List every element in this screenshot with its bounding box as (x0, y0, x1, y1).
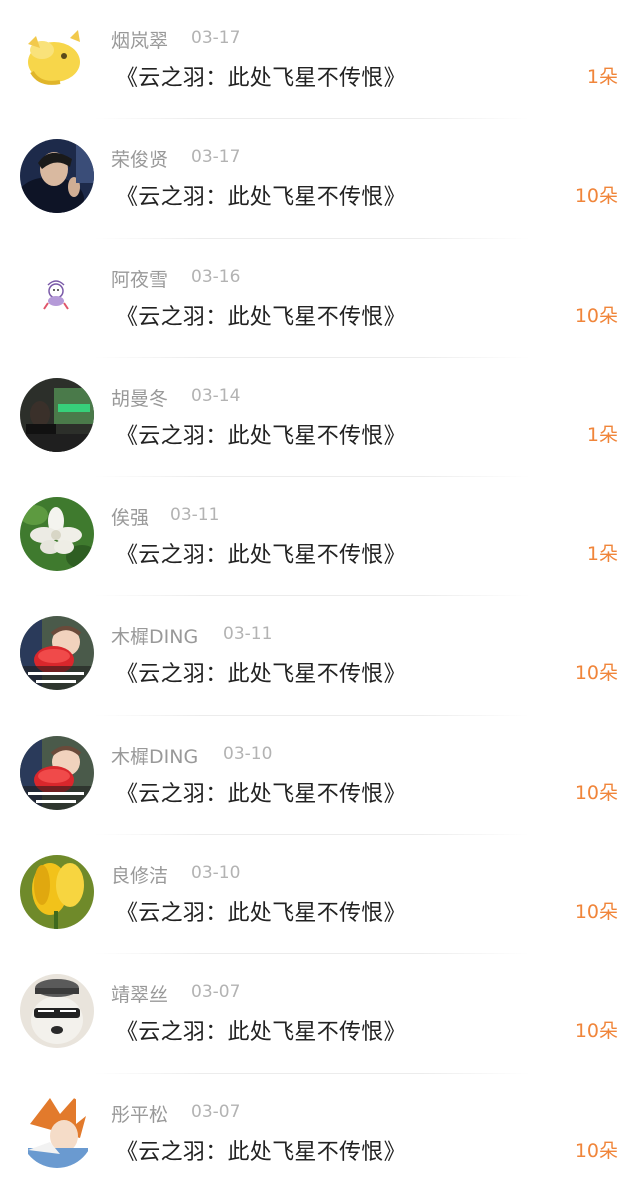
list-item[interactable]: 彤平松 03-07 《云之羽：此处飞星不传恨》 10朵 (0, 1074, 640, 1193)
flower-count: 10朵 (574, 1020, 618, 1043)
user-name[interactable]: 木樨DING (111, 742, 198, 769)
user-name[interactable]: 胡曼冬 (111, 384, 168, 411)
flower-count: 10朵 (574, 304, 618, 327)
book-title[interactable]: 《云之羽：此处飞星不传恨》 (116, 776, 406, 808)
anime-character-avatar-icon[interactable] (20, 1093, 94, 1168)
gift-date: 03-17 (191, 147, 241, 168)
gift-date: 03-16 (191, 266, 241, 287)
gift-date: 03-10 (191, 863, 241, 884)
flower-count: 10朵 (574, 185, 618, 208)
list-item[interactable]: 阿夜雪 03-16 《云之羽：此处飞星不传恨》 10朵 (0, 239, 640, 358)
cartoon-sticker-avatar-icon[interactable] (20, 258, 94, 333)
book-title[interactable]: 《云之羽：此处飞星不传恨》 (116, 418, 406, 450)
list-item[interactable]: 荣俊贤 03-17 《云之羽：此处飞星不传恨》 10朵 (0, 119, 640, 239)
book-title[interactable]: 《云之羽：此处飞星不传恨》 (116, 1014, 406, 1046)
baby-bowl-avatar-icon[interactable] (20, 735, 94, 810)
gift-date: 03-10 (223, 743, 273, 764)
gift-date: 03-17 (191, 28, 241, 48)
yellow-tulip-avatar-icon[interactable] (20, 855, 94, 930)
flower-count: 10朵 (574, 781, 618, 804)
gift-date: 03-11 (170, 505, 220, 526)
list-item[interactable]: 烟岚翠 03-17 《云之羽：此处飞星不传恨》 1朵 (0, 0, 640, 120)
user-name[interactable]: 木樨DING (111, 622, 198, 649)
flower-count: 10朵 (574, 1139, 618, 1162)
list-item[interactable]: 木樨DING 03-11 《云之羽：此处飞星不传恨》 10朵 (0, 596, 640, 716)
book-title[interactable]: 《云之羽：此处飞星不传恨》 (116, 60, 406, 92)
flower-count: 10朵 (574, 662, 618, 685)
flower-count: 1朵 (586, 543, 618, 566)
user-name[interactable]: 荣俊贤 (111, 145, 168, 172)
book-title[interactable]: 《云之羽：此处飞星不传恨》 (116, 537, 406, 569)
gift-record-list: 烟岚翠 03-17 《云之羽：此处飞星不传恨》 1朵 荣俊贤 03-17 《云之… (0, 0, 640, 1193)
book-title[interactable]: 《云之羽：此处飞星不传恨》 (116, 179, 406, 211)
list-item[interactable]: 良修洁 03-10 《云之羽：此处飞星不传恨》 10朵 (0, 835, 640, 955)
user-name[interactable]: 烟岚翠 (111, 26, 168, 53)
baby-bowl-avatar-icon[interactable] (20, 616, 94, 691)
gift-date: 03-07 (191, 982, 241, 1003)
gift-date: 03-07 (191, 1101, 241, 1122)
flower-count: 10朵 (574, 901, 618, 924)
dog-sunglasses-avatar-icon[interactable] (20, 974, 94, 1049)
book-title[interactable]: 《云之羽：此处飞星不传恨》 (116, 299, 406, 331)
user-name[interactable]: 阿夜雪 (111, 265, 168, 292)
white-flower-avatar-icon[interactable] (20, 497, 94, 572)
user-name[interactable]: 良修洁 (111, 861, 168, 888)
user-name[interactable]: 俟强 (111, 503, 149, 530)
book-title[interactable]: 《云之羽：此处飞星不传恨》 (116, 1134, 406, 1166)
list-item[interactable]: 靖翠丝 03-07 《云之羽：此处飞星不传恨》 10朵 (0, 954, 640, 1074)
list-item[interactable]: 木樨DING 03-10 《云之羽：此处飞星不传恨》 10朵 (0, 716, 640, 836)
night-street-avatar-icon[interactable] (20, 377, 94, 452)
user-name[interactable]: 彤平松 (111, 1100, 168, 1127)
book-title[interactable]: 《云之羽：此处飞星不传恨》 (116, 656, 406, 688)
gift-date: 03-11 (223, 624, 273, 645)
user-name[interactable]: 靖翠丝 (111, 980, 168, 1007)
cartoon-pet-avatar-icon[interactable] (20, 20, 94, 94)
list-item[interactable]: 胡曼冬 03-14 《云之羽：此处飞星不传恨》 1朵 (0, 358, 640, 478)
flower-count: 1朵 (586, 66, 618, 88)
gift-date: 03-14 (191, 385, 241, 406)
list-item[interactable]: 俟强 03-11 《云之羽：此处飞星不传恨》 1朵 (0, 477, 640, 597)
flower-count: 1朵 (586, 423, 618, 446)
book-title[interactable]: 《云之羽：此处飞星不传恨》 (116, 895, 406, 927)
man-portrait-avatar-icon[interactable] (20, 139, 94, 214)
